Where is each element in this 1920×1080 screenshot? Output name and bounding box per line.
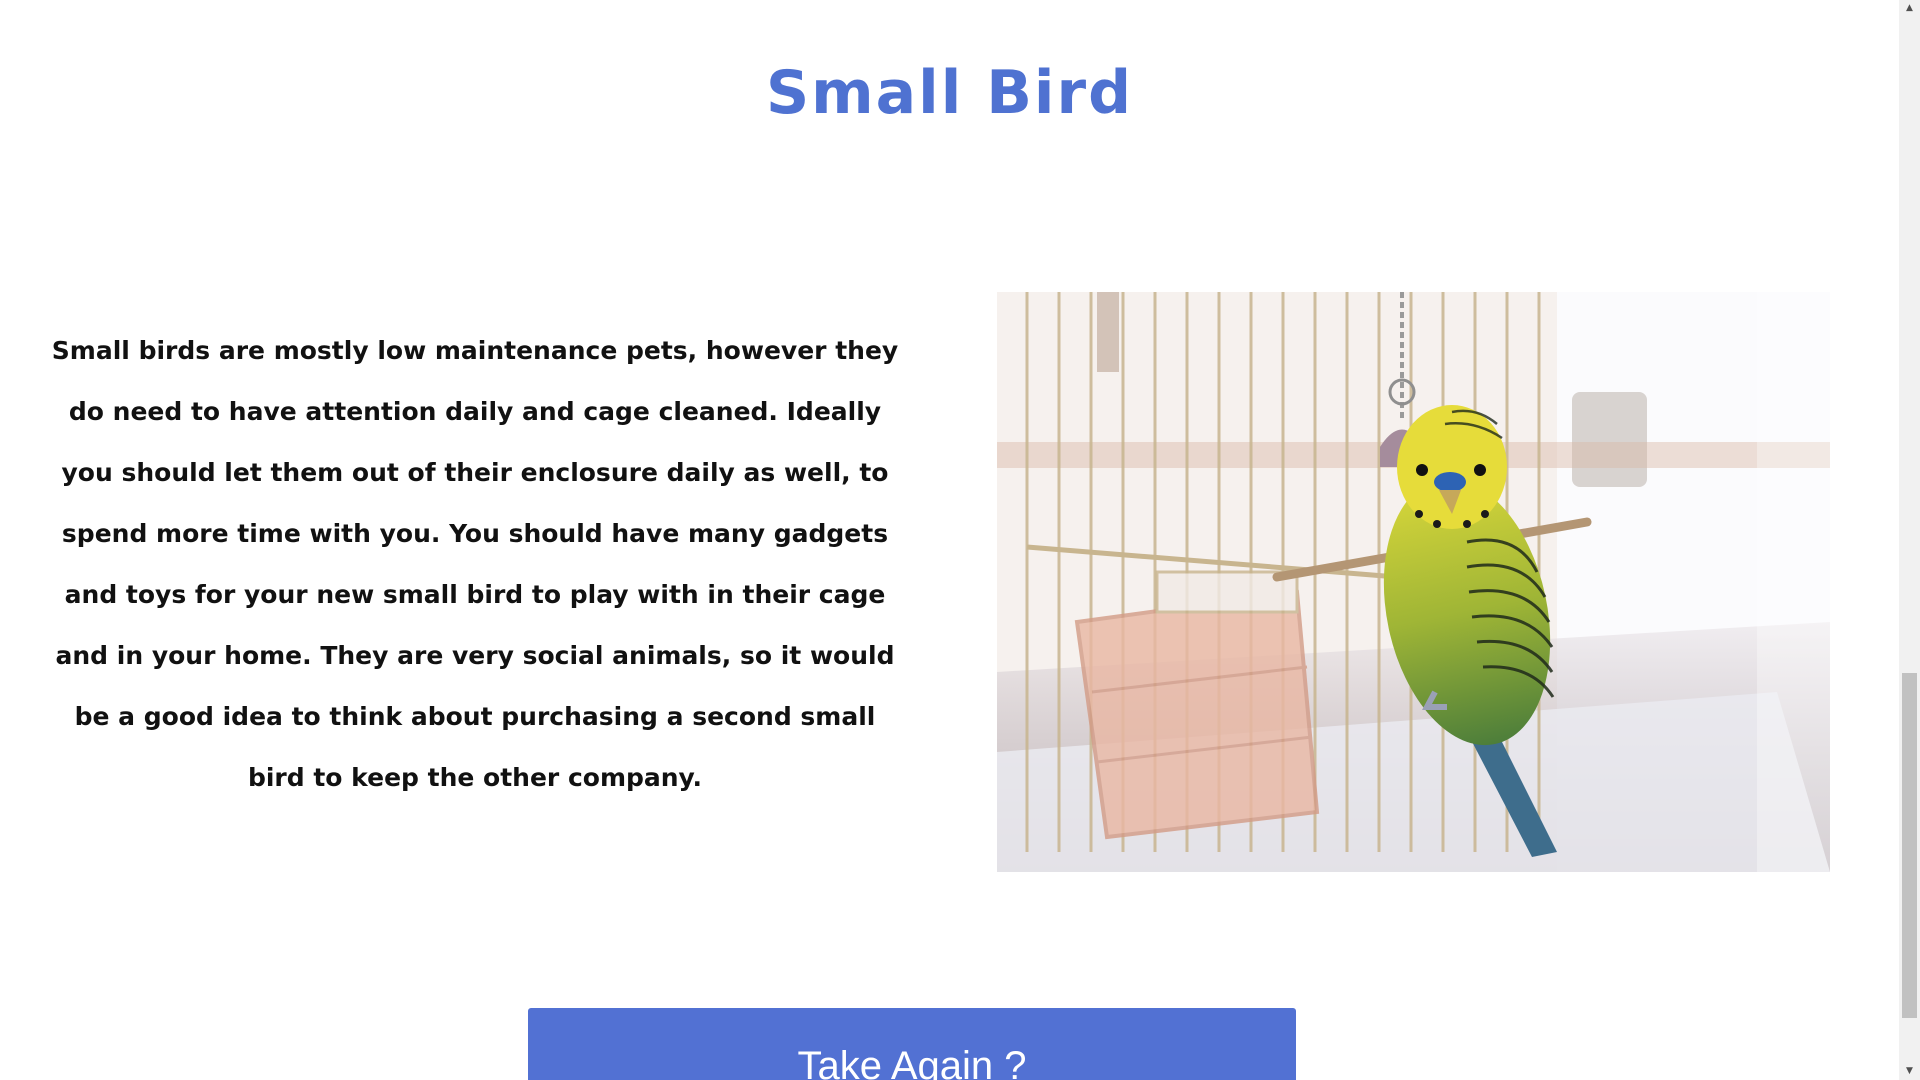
budgerigar-illustration: [997, 292, 1830, 872]
page-title: Small Bird: [765, 58, 1134, 128]
vertical-scrollbar[interactable]: ▲ ▼: [1899, 0, 1920, 1080]
description-text: Small birds are mostly low maintenance p…: [51, 336, 899, 792]
arrow-down-icon[interactable]: ▼: [1899, 1063, 1920, 1080]
content-row: Small birds are mostly low maintenance p…: [0, 292, 1899, 872]
bird-image: [997, 292, 1830, 872]
page: Small Bird Small birds are mostly low ma…: [0, 0, 1899, 1080]
arrow-up-icon[interactable]: ▲: [1899, 0, 1920, 17]
take-again-button[interactable]: Take Again ?: [528, 1008, 1296, 1080]
scrollbar-thumb[interactable]: [1902, 673, 1917, 1018]
